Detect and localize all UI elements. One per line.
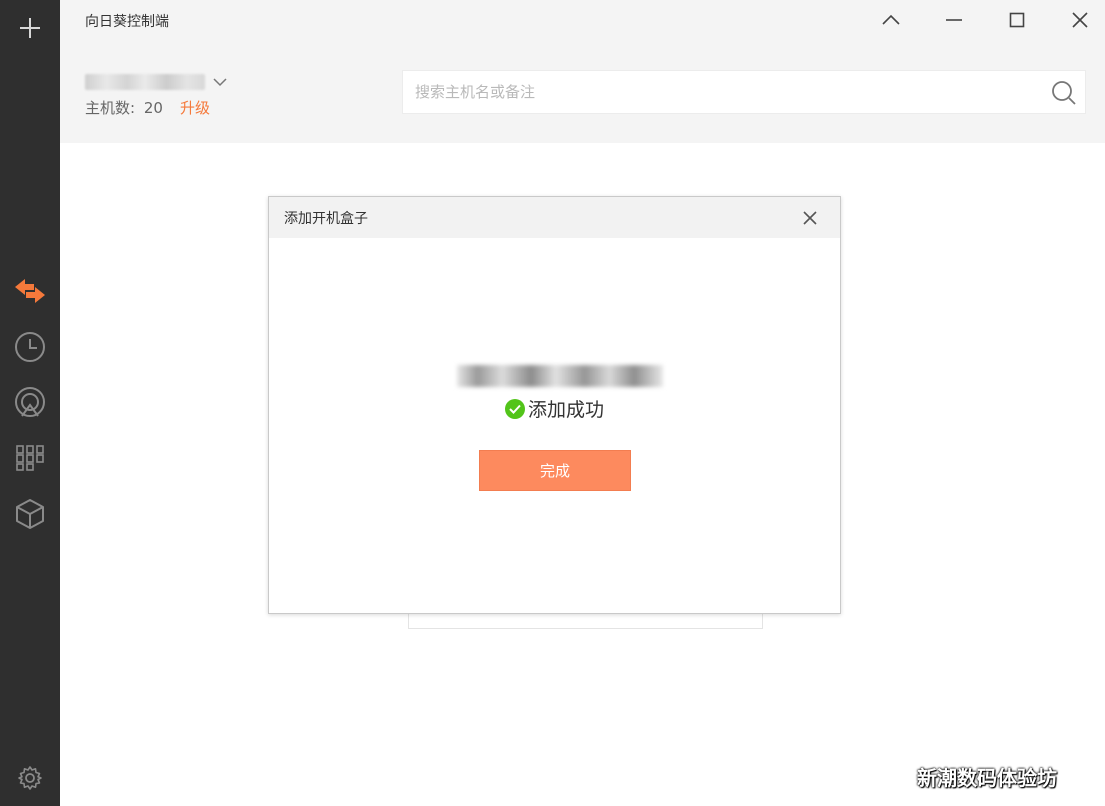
add-icon[interactable] — [0, 8, 60, 48]
dialog-header: 添加开机盒子 — [269, 197, 840, 238]
settings-icon[interactable] — [0, 758, 60, 798]
minimize-icon — [946, 19, 962, 21]
done-button[interactable]: 完成 — [479, 450, 631, 491]
main-area: 向日葵控制端 主机数: 20 升级 添加开机盒子 — [60, 0, 1105, 806]
top-bar: 向日葵控制端 主机数: 20 升级 — [60, 0, 1105, 143]
history-icon[interactable] — [0, 327, 60, 367]
sidebar — [0, 0, 60, 806]
remote-control-icon[interactable] — [0, 271, 60, 311]
maximize-button[interactable] — [997, 5, 1037, 35]
search-input[interactable] — [403, 71, 1023, 113]
chevron-up-icon — [882, 14, 900, 25]
add-boot-box-dialog: 添加开机盒子 添加成功 完成 — [268, 196, 841, 614]
dialog-close-icon[interactable] — [800, 208, 820, 228]
success-message: 添加成功 — [269, 395, 840, 422]
box-icon[interactable] — [0, 494, 60, 534]
collapse-button[interactable] — [871, 5, 911, 35]
host-count: 主机数: 20 — [85, 97, 163, 118]
search-icon[interactable] — [1051, 80, 1077, 106]
device-code-redacted — [457, 365, 663, 387]
host-count-label: 主机数: — [85, 99, 136, 117]
success-text: 添加成功 — [527, 399, 604, 421]
chevron-down-icon — [213, 78, 227, 87]
watermark: 新潮数码体验坊 — [917, 766, 1057, 790]
host-count-value: 20 — [143, 99, 163, 117]
app-title: 向日葵控制端 — [85, 14, 169, 30]
minimize-button[interactable] — [934, 5, 974, 35]
search-box — [402, 70, 1086, 114]
close-window-button[interactable] — [1060, 5, 1100, 35]
maximize-icon — [1009, 12, 1025, 28]
upgrade-link[interactable]: 升级 — [180, 97, 210, 118]
close-icon — [1072, 12, 1088, 28]
account-name-redacted — [85, 74, 205, 90]
discovery-icon[interactable] — [0, 383, 60, 423]
apps-icon[interactable] — [0, 438, 60, 478]
account-selector[interactable] — [85, 72, 227, 92]
check-circle-icon — [504, 398, 525, 419]
dialog-title: 添加开机盒子 — [284, 211, 368, 227]
